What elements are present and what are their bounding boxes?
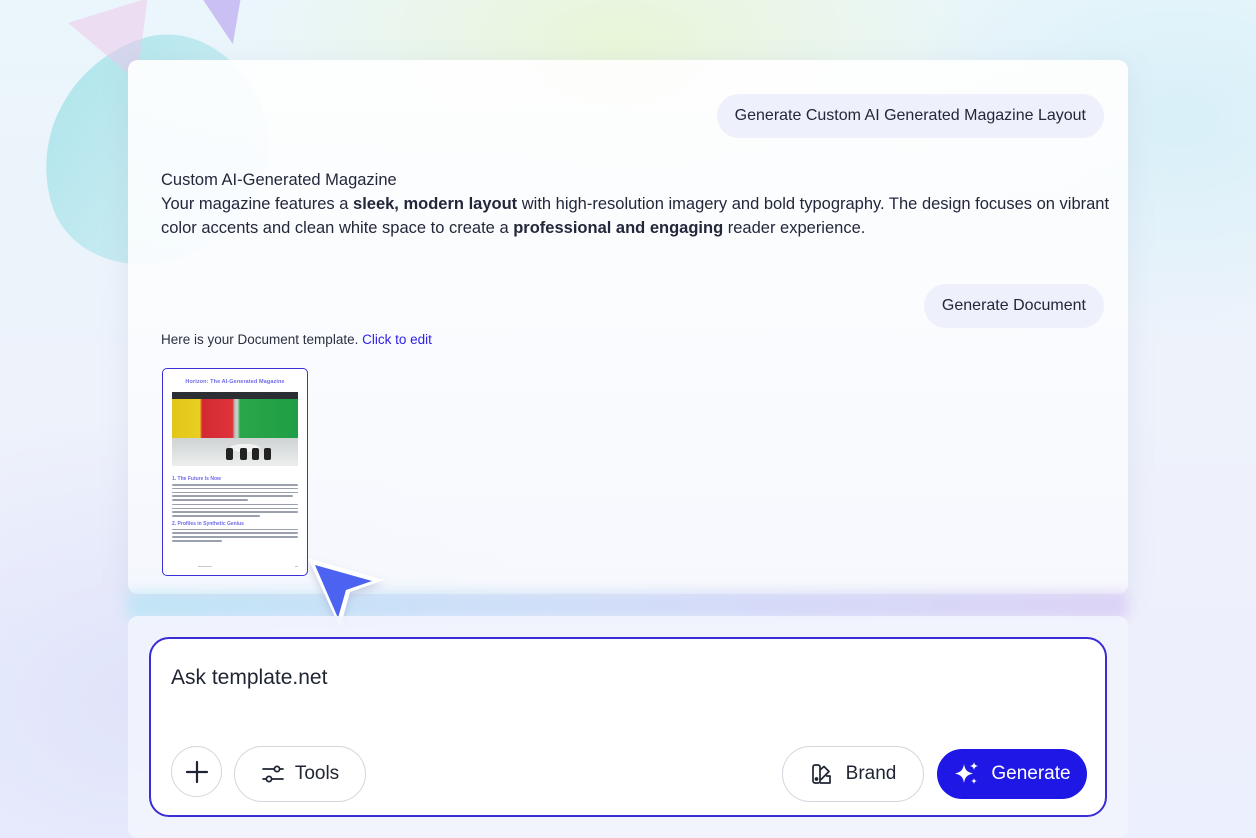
document-title: Horizon: The AI-Generated Magazine xyxy=(185,379,285,385)
tools-label: Tools xyxy=(294,763,340,784)
sparkle-icon xyxy=(953,761,981,787)
document-paragraph xyxy=(172,484,298,517)
prompt-input[interactable] xyxy=(171,661,1071,695)
body-text: Your magazine features a xyxy=(161,195,354,213)
body-text: reader experience. xyxy=(723,219,866,237)
palette-icon xyxy=(810,762,834,786)
user-message-bubble: Generate Document xyxy=(923,284,1104,328)
generate-label: Generate xyxy=(991,763,1071,784)
document-section-heading: 2. Profiles in Synthetic Genius xyxy=(172,520,244,527)
brand-label: Brand xyxy=(845,763,897,784)
click-to-edit-link[interactable]: Click to edit xyxy=(362,332,432,347)
template-note: Here is your Document template. Click to… xyxy=(161,332,432,347)
body-bold-text: sleek, modern layout xyxy=(353,195,518,213)
generate-button[interactable]: Generate xyxy=(937,749,1087,799)
body-bold-text: professional and engaging xyxy=(513,219,724,237)
tools-button[interactable]: Tools xyxy=(234,746,366,802)
template-note-text: Here is your Document template. xyxy=(161,332,363,347)
chat-panel: Generate Custom AI Generated Magazine La… xyxy=(128,60,1128,594)
document-thumbnail[interactable]: Horizon: The AI-Generated Magazine 1. Th… xyxy=(162,368,308,576)
assistant-message-title: Custom AI-Generated Magazine xyxy=(161,171,397,189)
document-hero-image xyxy=(172,392,298,466)
assistant-message-body: Your magazine features a sleek, modern l… xyxy=(161,195,1109,237)
document-footer xyxy=(172,565,298,567)
prompt-composer: Tools Brand Generate xyxy=(149,637,1107,817)
document-paragraph xyxy=(172,528,298,542)
document-section-heading: 1. The Future Is Now xyxy=(172,476,221,482)
brand-button[interactable]: Brand xyxy=(782,746,924,802)
sliders-icon xyxy=(261,763,285,785)
plus-icon xyxy=(185,760,209,784)
user-message-bubble: Generate Custom AI Generated Magazine La… xyxy=(716,94,1104,138)
assistant-message: Custom AI-Generated Magazine Your magazi… xyxy=(161,168,1111,240)
add-button[interactable] xyxy=(171,746,222,797)
